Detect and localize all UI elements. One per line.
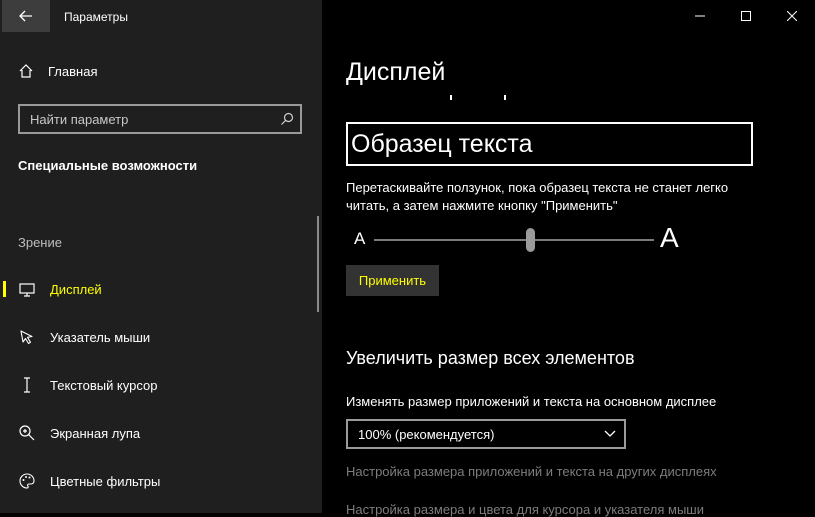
sidebar-item-magnifier[interactable]: Экранная лупа <box>0 413 317 453</box>
maximize-button[interactable] <box>723 0 769 32</box>
group-label-vision: Зрение <box>18 235 62 250</box>
sidebar-item-label: Указатель мыши <box>50 329 151 345</box>
section-title: Специальные возможности <box>18 158 198 173</box>
page-title: Дисплей <box>346 58 446 86</box>
sidebar-item-text-cursor[interactable]: Текстовый курсор <box>0 365 317 405</box>
home-label: Главная <box>48 63 98 79</box>
minimize-icon <box>695 15 705 17</box>
back-button[interactable] <box>2 0 50 32</box>
slider-thumb[interactable] <box>526 228 536 252</box>
link-other-displays[interactable]: Настройка размера приложений и текста на… <box>346 464 717 479</box>
sidebar-item-mouse-pointer[interactable]: Указатель мыши <box>0 317 317 357</box>
apply-button[interactable]: Применить <box>346 265 439 296</box>
sidebar-item-label: Цветные фильтры <box>50 473 161 489</box>
sidebar: Параметры Главная Специальные возможност… <box>0 0 322 513</box>
slider-description: Перетаскивайте ползунок, пока образец те… <box>346 180 729 213</box>
slider-min-label: A <box>354 229 366 248</box>
search-input[interactable] <box>30 106 280 132</box>
selection-indicator <box>3 281 6 297</box>
minimize-button[interactable] <box>677 0 723 32</box>
home-nav-item[interactable]: Главная <box>18 63 97 79</box>
palette-icon <box>19 473 35 489</box>
text-cursor-icon <box>24 377 30 393</box>
sidebar-item-display[interactable]: Дисплей <box>0 269 317 309</box>
sidebar-item-color-filters[interactable]: Цветные фильтры <box>0 461 317 501</box>
sample-text-preview: Образец текста <box>346 122 753 166</box>
scale-dropdown-value: 100% (рекомендуется) <box>358 427 495 442</box>
close-icon <box>787 11 797 21</box>
maximize-icon <box>741 11 751 21</box>
scale-heading: Увеличить размер всех элементов <box>346 348 635 368</box>
monitor-icon <box>19 283 35 297</box>
scale-dropdown[interactable]: 100% (рекомендуется) <box>346 419 626 449</box>
link-cursor-settings[interactable]: Настройка размера и цвета для курсора и … <box>346 502 704 517</box>
magnifier-icon <box>19 425 35 441</box>
slider-track[interactable] <box>374 239 654 241</box>
mouse-pointer-icon <box>20 330 33 345</box>
sidebar-item-label: Дисплей <box>50 281 102 297</box>
close-button[interactable] <box>769 0 815 32</box>
app-title: Параметры <box>64 10 128 24</box>
search-box[interactable] <box>18 104 302 134</box>
scale-dropdown-label: Изменять размер приложений и текста на о… <box>346 394 717 409</box>
back-arrow-icon <box>19 10 32 22</box>
slider-max-label: A <box>660 222 679 253</box>
text-size-slider[interactable]: A A <box>346 222 746 258</box>
sidebar-item-label: Текстовый курсор <box>50 377 158 393</box>
scrollbar[interactable] <box>317 216 319 312</box>
home-icon <box>19 64 33 78</box>
chevron-down-icon <box>604 430 616 437</box>
clipped-text-artifact <box>450 95 506 100</box>
search-icon[interactable] <box>280 112 294 126</box>
main-content: Дисплей Образец текста Перетаскивайте по… <box>322 0 815 517</box>
window-controls <box>677 0 815 32</box>
sidebar-item-label: Экранная лупа <box>50 425 141 441</box>
